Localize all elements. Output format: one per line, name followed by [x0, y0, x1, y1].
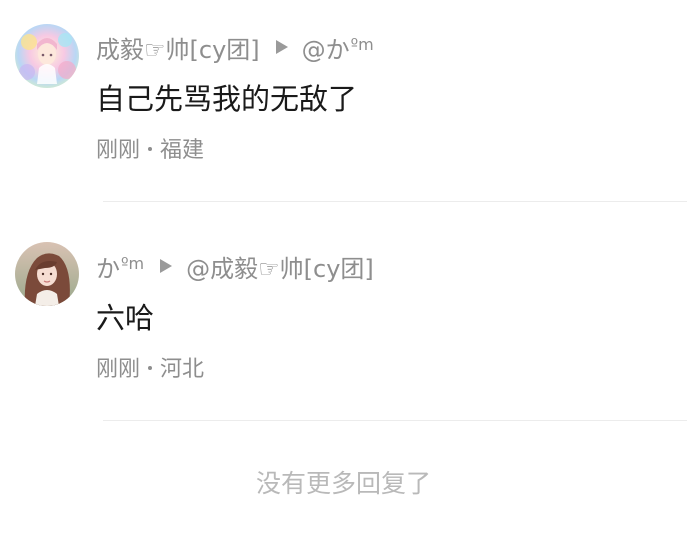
avatar[interactable]: [15, 24, 79, 88]
divider: [103, 201, 687, 202]
separator-dot-icon: [148, 366, 153, 370]
comment-time: 刚刚: [96, 357, 141, 382]
comment-header: かºm @成毅☞帅[cy团]: [96, 249, 374, 284]
comment-meta: 刚刚 河北: [96, 351, 204, 383]
no-more-replies-label: 没有更多回复了: [255, 469, 431, 498]
avatar-girl-photo-icon: [15, 242, 79, 306]
reply-arrow-icon: [160, 259, 173, 273]
comment-text[interactable]: 六哈: [96, 295, 154, 337]
divider: [103, 420, 687, 421]
author-name[interactable]: かºm: [96, 249, 144, 284]
reply-target[interactable]: @成毅☞帅[cy团]: [186, 249, 374, 284]
separator-dot-icon: [148, 147, 153, 151]
reply-target[interactable]: @かºm: [302, 30, 374, 65]
reply-arrow-icon: [275, 40, 288, 54]
comment-time: 刚刚: [96, 138, 141, 163]
comment-meta: 刚刚 福建: [96, 132, 204, 164]
avatar-colorful-anime-icon: [15, 24, 79, 88]
author-name[interactable]: 成毅☞帅[cy团]: [96, 30, 260, 65]
comment-location: 福建: [160, 138, 205, 163]
comment-location: 河北: [160, 357, 205, 382]
avatar[interactable]: [15, 242, 79, 306]
comment-text[interactable]: 自己先骂我的无敌了: [96, 76, 357, 118]
comment-header: 成毅☞帅[cy团] @かºm: [96, 30, 374, 65]
